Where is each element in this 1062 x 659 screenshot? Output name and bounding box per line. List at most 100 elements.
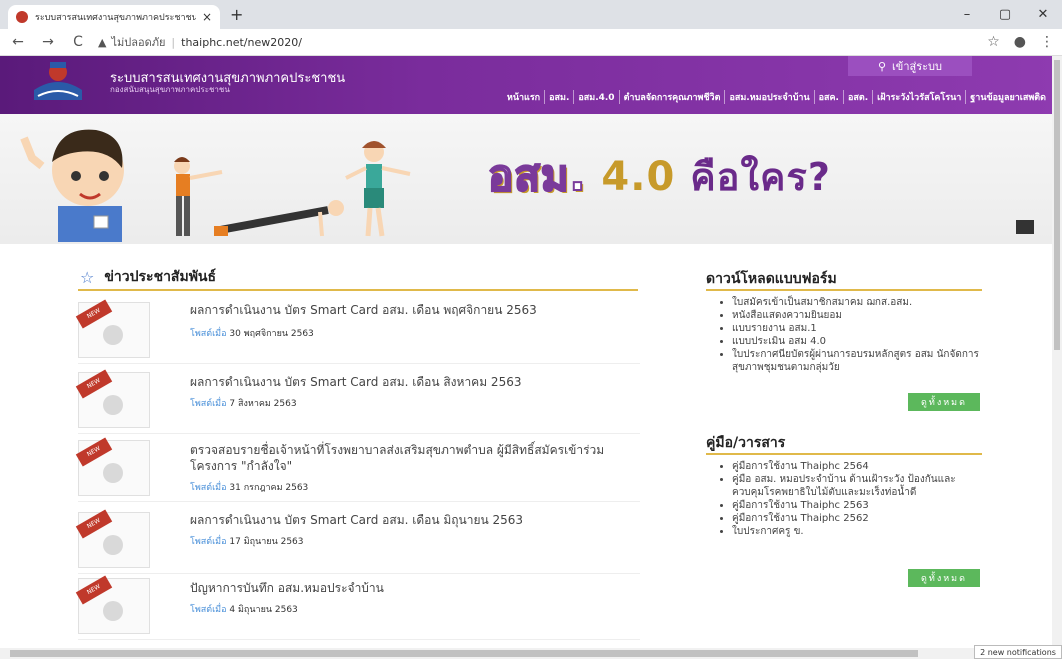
manuals-list: คู่มือการใช้งาน Thaiphc 2564 คู่มือ อสม.… [722,460,984,538]
downloads-heading-underline [706,289,982,291]
main-menu: หน้าแรก อสม. อสม.4.0 ตำบลจัดการคุณภาพชีว… [503,90,1050,104]
address-bar[interactable]: ▲ ไม่ปลอดภัย | thaiphc.net/new2020/ [98,33,302,51]
news-date: โพสต์เมื่อ 17 มิถุนายน 2563 [190,534,304,548]
maximize-button[interactable]: ▢ [986,0,1024,29]
new-badge: NEW [75,437,113,467]
tab-close-icon[interactable]: × [202,10,212,24]
news-heading: ข่าวประชาสัมพันธ์ [104,269,217,285]
news-title[interactable]: ผลการดำเนินงาน บัตร Smart Card อสม. เดือ… [190,302,630,318]
site-logo [34,62,82,100]
menu-item-home-doctor[interactable]: อสม.หมอประจำบ้าน [724,90,813,104]
manual-link[interactable]: คู่มือ อสม. หมอประจำบ้าน ด้านเฝ้าระวัง ป… [732,473,984,499]
pushup-man-illustration [214,200,344,237]
new-badge: NEW [75,369,113,399]
menu-item-ost[interactable]: อสต. [842,90,872,104]
news-thumbnail[interactable]: NEW [75,509,150,568]
profile-icon[interactable]: ● [1014,34,1026,50]
news-title[interactable]: ผลการดำเนินงาน บัตร Smart Card อสม. เดือ… [190,512,630,528]
manual-link[interactable]: คู่มือการใช้งาน Thaiphc 2562 [732,512,984,525]
manual-link[interactable]: ใบประกาศครู ข. [732,525,984,538]
browser-tabbar: ระบบสารสนเทศงานสุขภาพภาคประชาชน × + – ▢ … [0,0,1062,29]
placeholder-logo-icon [103,535,123,555]
news-item[interactable]: NEW ผลการดำเนินงาน บัตร Smart Card อสม. … [75,298,640,364]
manual-link[interactable]: คู่มือการใช้งาน Thaiphc 2563 [732,499,984,512]
news-thumbnail[interactable]: NEW [75,437,150,496]
download-link[interactable]: แบบประเมิน อสม 4.0 [732,335,984,348]
placeholder-logo-icon [103,395,123,415]
download-link[interactable]: หนังสือแสดงความยินยอม [732,309,984,322]
new-tab-button[interactable]: + [230,5,243,24]
notification-toast[interactable]: 2 new notifications [974,645,1062,659]
close-window-button[interactable]: ✕ [1024,0,1062,29]
downloads-list: ใบสมัครเข้าเป็นสมาชิกสมาคม ฌกส.อสม. หนัง… [722,296,984,374]
news-date-value: 4 มิถุนายน 2563 [229,605,298,615]
menu-item-osk[interactable]: อสค. [813,90,843,104]
banner-headline: อสม. 4.0 คือใคร? [487,143,831,209]
address-separator: | [171,35,176,49]
news-item[interactable]: NEW ตรวจสอบรายชื่อเจ้าหน้าที่โรงพยาบาลส่… [75,436,640,502]
login-button[interactable]: ⚲ เข้าสู่ระบบ [848,56,972,76]
back-icon[interactable]: ← [6,34,30,50]
news-item[interactable]: NEW ผลการดำเนินงาน บัตร Smart Card อสม. … [75,368,640,434]
posted-label: โพสต์เมื่อ [190,399,227,409]
menu-item-osm[interactable]: อสม. [544,90,573,104]
new-badge: NEW [75,575,113,605]
new-badge: NEW [75,509,113,539]
news-title[interactable]: ผลการดำเนินงาน บัตร Smart Card อสม. เดือ… [190,374,630,390]
posted-label: โพสต์เมื่อ [190,329,227,339]
placeholder-logo-icon [103,325,123,345]
news-heading-underline [78,289,638,291]
forward-icon[interactable]: → [36,34,60,50]
news-title[interactable]: ปัญหาการบันทึก อสม.หมอประจำบ้าน [190,580,630,596]
new-badge: NEW [75,299,113,329]
bookmark-star-icon[interactable]: ☆ [987,34,1000,50]
site-favicon-icon [16,11,28,23]
warning-icon: ▲ [98,35,107,49]
news-date-value: 30 พฤศจิกายน 2563 [229,329,314,339]
news-item[interactable]: NEW ปัญหาการบันทึก อสม.หมอประจำบ้าน โพสต… [75,574,640,640]
news-thumbnail[interactable]: NEW [75,369,150,428]
minimize-button[interactable]: – [948,0,986,29]
downloads-see-all-button[interactable]: ดูทั้งหมด [908,393,980,411]
menu-item-tambon[interactable]: ตำบลจัดการคุณภาพชีวิต [618,90,725,104]
manuals-see-all-button[interactable]: ดูทั้งหมด [908,569,980,587]
news-date-value: 7 สิงหาคม 2563 [229,399,297,409]
banner-part-question: คือใคร? [690,155,831,199]
news-title[interactable]: ตรวจสอบรายชื่อเจ้าหน้าที่โรงพยาบาลส่งเสร… [190,442,630,474]
placeholder-logo-icon [103,463,123,483]
banner-slider-control[interactable] [1016,220,1034,234]
download-link[interactable]: ใบสมัครเข้าเป็นสมาชิกสมาคม ฌกส.อสม. [732,296,984,309]
menu-item-home[interactable]: หน้าแรก [503,90,544,104]
news-thumbnail[interactable]: NEW [75,299,150,358]
manuals-heading: คู่มือ/วารสาร [706,435,786,451]
reload-icon[interactable]: C [66,34,90,50]
download-link[interactable]: ใบประกาศนียบัตรผู้ผ่านการอบรมหลักสูตร อส… [732,348,984,374]
site-subtitle: กองสนับสนุนสุขภาพภาคประชาชน [110,85,230,94]
news-date: โพสต์เมื่อ 4 มิถุนายน 2563 [190,602,298,616]
menu-item-covid[interactable]: เฝ้าระวังไวรัสโคโรนา [872,90,965,104]
menu-dots-icon[interactable]: ⋮ [1040,34,1054,50]
news-section-header: ☆ ข่าวประชาสัมพันธ์ [80,266,216,288]
placeholder-logo-icon [103,601,123,621]
key-icon: ⚲ [877,59,887,73]
horizontal-scroll-thumb[interactable] [10,650,918,657]
news-item[interactable]: NEW ผลการดำเนินงาน บัตร Smart Card อสม. … [75,508,640,574]
menu-item-osm40[interactable]: อสม.4.0 [573,90,618,104]
vertical-scroll-thumb[interactable] [1054,60,1060,350]
news-date-value: 17 มิถุนายน 2563 [229,537,304,547]
woman-in-teal-illustration [345,141,411,237]
url-text[interactable]: thaiphc.net/new2020/ [181,36,302,49]
insecure-label: ไม่ปลอดภัย [111,36,166,49]
star-icon: ☆ [80,267,95,287]
menu-item-drugs[interactable]: ฐานข้อมูลยาเสพติด [965,90,1050,104]
news-thumbnail[interactable]: NEW [75,575,150,634]
browser-tab[interactable]: ระบบสารสนเทศงานสุขภาพภาคประชาชน × [8,5,220,29]
downloads-heading: ดาวน์โหลดแบบฟอร์ม [706,271,837,287]
manual-link[interactable]: คู่มือการใช้งาน Thaiphc 2564 [732,460,984,473]
browser-toolbar: ← → C ▲ ไม่ปลอดภัย | thaiphc.net/new2020… [0,29,1062,56]
posted-label: โพสต์เมื่อ [190,483,227,493]
banner-part-osm: อสม. [487,150,587,201]
banner-part-version: 4.0 [586,154,691,200]
download-link[interactable]: แบบรายงาน อสม.1 [732,322,984,335]
tab-title: ระบบสารสนเทศงานสุขภาพภาคประชาชน [35,13,196,23]
